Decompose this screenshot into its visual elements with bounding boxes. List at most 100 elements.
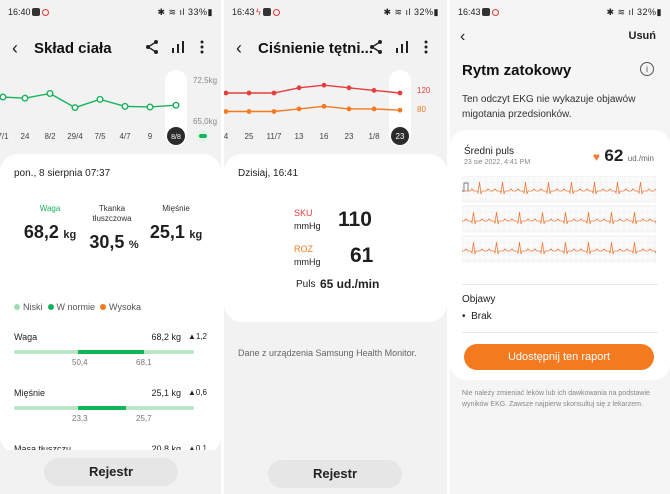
pulse-value: 65 ud./min [320, 277, 380, 291]
register-button[interactable]: Rejestr [268, 460, 402, 488]
measurement-date: pon., 8 sierpnia 07:37 [14, 168, 111, 179]
x-tick-label-7: 23 [396, 132, 405, 141]
register-button[interactable]: Rejestr [44, 458, 178, 486]
ecg-strip-0 [462, 176, 656, 203]
systolic-point-6 [371, 88, 377, 93]
x-tick-label-4: 16 [320, 132, 329, 141]
row-value: 25,1 kg [151, 388, 181, 398]
card-divider [462, 332, 658, 333]
back-icon[interactable]: ‹ [236, 38, 242, 59]
battery-level: 32% [414, 7, 434, 17]
muscle-unit: kg [189, 229, 203, 241]
x-tick-label-0: 7/1 [0, 132, 9, 141]
weight-point-5 [121, 102, 129, 110]
avg-pulse-reading: ♥ 62 ud./min [593, 146, 654, 166]
avg-pulse-label: Średni puls [464, 146, 515, 157]
status-bar: 16:43 ϟ ✱ ≋ ıl 32%▮ [224, 0, 447, 24]
reading-date: Dzisiaj, 16:41 [238, 168, 299, 179]
notification-icons [482, 7, 499, 17]
weight-point-7 [172, 101, 180, 109]
metric-muscle-label: Mięśnie [162, 204, 190, 213]
metric-weight-label: Waga [39, 204, 61, 213]
weight-point-1 [21, 94, 29, 102]
share-icon[interactable] [144, 39, 160, 55]
blood-pressure-chart[interactable]: 120 80 4 25 11/7 13 16 23 1/8 23 [224, 68, 447, 150]
legend-high-dot [100, 304, 107, 310]
row-label: Mięśnie [14, 388, 46, 398]
range-legend: Niski W normie Wysoka [14, 302, 141, 312]
ecg-strip-2 [462, 235, 656, 263]
ecg-waveform [462, 176, 656, 263]
share-report-button[interactable]: Udostępnij ten raport [464, 344, 654, 370]
diastolic-point-4 [321, 103, 327, 109]
fat-value: 30,5 [89, 232, 125, 252]
muscle-row[interactable]: Mięśnie 25,1 kg ▲0,6 [14, 388, 207, 398]
status-time: 16:43 [232, 7, 255, 17]
systolic-point-1 [246, 90, 252, 96]
back-icon[interactable]: ‹ [12, 38, 18, 59]
muscle-range-low: 23,3 [72, 414, 88, 423]
share-icon[interactable] [368, 39, 384, 55]
systolic-point-4 [321, 82, 327, 88]
status-bar: 16:43 ✱ ≋ ıl 32%▮ [450, 0, 670, 24]
status-time: 16:43 [458, 7, 481, 17]
weight-point-4 [96, 95, 104, 103]
header: ‹ Ciśnienie tętni... [224, 34, 447, 62]
weight-range-bar [14, 350, 194, 354]
notification-icons [32, 7, 49, 17]
systolic-point-3 [296, 85, 302, 91]
status-time: 16:40 [8, 7, 31, 17]
blood-pressure-panel: 16:43 ϟ ✱ ≋ ıl 32%▮ ‹ Ciśnienie tętni...… [224, 0, 447, 494]
diastolic-point-6 [371, 106, 377, 112]
status-bar: 16:40 ✱ ≋ ıl 33%▮ [0, 0, 221, 24]
metric-fat-label: Tkanka tłuszczowa [92, 204, 132, 223]
muscle-range-bar [14, 406, 194, 410]
systolic-point-7 [397, 90, 403, 96]
legend-high: Wysoka [109, 302, 141, 312]
x-tick-label-7: 8/8 [171, 134, 181, 141]
diastolic-point-0 [224, 109, 229, 114]
back-icon[interactable]: ‹ [460, 28, 465, 46]
muscle-value: 25,1 [149, 222, 185, 242]
systolic-unit: mmHg [294, 221, 321, 231]
more-options-icon[interactable] [418, 39, 434, 55]
x-tick-label-1: 25 [245, 132, 254, 141]
weight-value: 68,2 [23, 222, 59, 242]
delete-button[interactable]: Usuń [629, 30, 657, 42]
systolic-point-5 [346, 85, 352, 91]
avg-pulse-unit: ud./min [627, 154, 654, 163]
row-change: ▲0,6 [187, 388, 207, 397]
diastolic-unit: mmHg [294, 257, 321, 267]
avg-pulse-date: 23 sie 2022, 4:41 PM [464, 159, 531, 166]
x-tick-label-6: 1/8 [368, 132, 380, 141]
muscle-range-fill [78, 406, 126, 410]
ecg-strip-1 [462, 205, 656, 233]
row-value: 68,2 kg [151, 332, 181, 342]
device-badge-glyph [199, 134, 207, 138]
y-label-bottom: 65,0kg [193, 117, 217, 126]
x-tick-label-0: 4 [224, 132, 229, 141]
legend-normal: W normie [56, 302, 96, 312]
ecg-disclaimer: Nie należy zmieniać leków lub ich dawkow… [462, 390, 650, 408]
trends-icon[interactable] [170, 39, 186, 55]
systolic-point-2 [271, 90, 277, 96]
pulse-label: Puls [296, 279, 316, 290]
weight-range-fill [78, 350, 144, 354]
more-options-icon[interactable] [194, 39, 210, 55]
weight-range-high: 68,1 [136, 358, 152, 367]
page-title: Skład ciała [34, 40, 112, 57]
weight-row[interactable]: Waga 68,2 kg ▲1,2 [14, 332, 207, 342]
notification-icons: ϟ [256, 7, 281, 17]
measurement-card: pon., 8 sierpnia 07:37 Waga 68,2 kg Tkan… [0, 154, 221, 454]
info-icon[interactable]: i [640, 62, 654, 76]
heart-icon: ♥ [592, 150, 600, 164]
avg-pulse-value: 62 [604, 146, 624, 165]
metric-muscle-value: 25,1 kg [136, 222, 216, 243]
row-change: ▲1,2 [187, 332, 207, 341]
trends-icon[interactable] [394, 39, 410, 55]
weight-point-6 [146, 103, 154, 111]
ecg-grid-bg [462, 176, 656, 203]
weight-trend-chart[interactable]: 72,5kg 65,0kg 7/1 24 8/2 29/4 7/5 4/7 9 8/8 [0, 68, 221, 150]
x-tick-label-4: 7/5 [94, 132, 106, 141]
x-tick-label-5: 4/7 [119, 132, 131, 141]
